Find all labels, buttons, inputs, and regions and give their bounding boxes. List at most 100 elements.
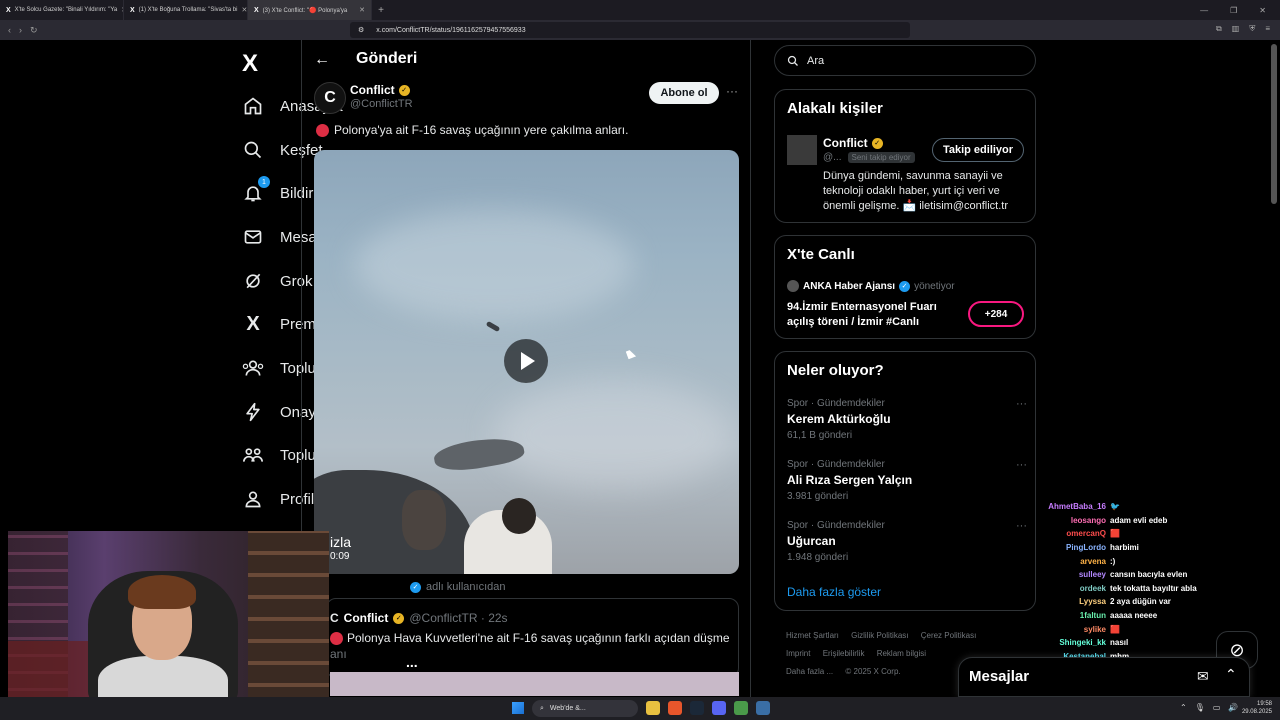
volume-icon[interactable]: 🔊 xyxy=(1228,703,1238,712)
x-favicon-icon: X xyxy=(254,6,259,14)
live-title[interactable]: 94.İzmir Enternasyonel Fuarı açılış töre… xyxy=(787,300,957,330)
chevron-up-icon[interactable]: ⌃ xyxy=(1180,703,1187,712)
live-listener-count[interactable]: +284 xyxy=(968,301,1024,327)
trend-count: 61,1 B gönderi xyxy=(787,430,853,441)
clock[interactable]: 19:58 29.08.2025 xyxy=(1242,700,1272,716)
footer-link[interactable]: Çerez Politikası xyxy=(921,631,977,640)
taskbar: ⌕ Web'de &... ⌃ 🎙 ▭ 🔊 19:58 29.08.2025 xyxy=(0,697,1280,720)
more-options-icon[interactable]: ··· xyxy=(1016,459,1027,471)
reload-icon[interactable]: ↻ xyxy=(30,25,38,36)
tab-title: (1) X'te Boğuna Trollama: "Sivas'ta bi xyxy=(138,7,238,13)
x-logo[interactable]: X xyxy=(242,50,258,78)
messages-drawer[interactable]: Mesajlar ✉ ⌃ xyxy=(958,657,1250,697)
related-avatar[interactable] xyxy=(787,135,817,165)
verified-gold-icon: ✓ xyxy=(398,84,410,96)
discord-icon[interactable] xyxy=(712,701,726,715)
author-name[interactable]: Conflict ✓ xyxy=(350,83,410,97)
reply-hint: ✓ adlı kullanıcıdan xyxy=(410,581,506,593)
site-info-icon[interactable]: ⚙ xyxy=(358,26,364,34)
forward-icon[interactable]: › xyxy=(19,25,22,36)
author-handle[interactable]: @ConflictTR xyxy=(350,98,413,110)
lightning-icon xyxy=(242,401,264,423)
menu-icon[interactable]: ≡ xyxy=(1265,24,1270,34)
related-name[interactable]: Conflict ✓ xyxy=(823,136,883,150)
chat-username[interactable]: ordeek xyxy=(1040,584,1106,593)
page-scrollbar[interactable] xyxy=(1271,44,1277,204)
windows-start-icon[interactable] xyxy=(512,702,524,714)
footer-link[interactable]: Gizlilik Politikası xyxy=(851,631,908,640)
quote-author[interactable]: Conflict xyxy=(344,611,389,625)
chat-username[interactable]: sylike xyxy=(1040,625,1106,634)
chat-username[interactable]: arvena xyxy=(1040,557,1106,566)
chat-text: 🟥 xyxy=(1110,624,1120,634)
profile-icon xyxy=(242,488,264,510)
back-icon[interactable]: ‹ xyxy=(8,25,11,36)
browser-tab-1[interactable]: X X'te Solcu Gazete: "Binali Yıldırım: "… xyxy=(0,0,124,20)
bell-icon: 1 xyxy=(242,176,270,204)
minimize-icon[interactable]: — xyxy=(1200,6,1208,15)
search-icon xyxy=(787,55,798,66)
maximize-icon[interactable]: ❐ xyxy=(1230,6,1237,15)
footer-link[interactable]: Erişilebilirlik xyxy=(823,649,865,658)
chat-username[interactable]: Lyyssa xyxy=(1040,597,1106,606)
chat-username[interactable]: sulleey xyxy=(1040,570,1106,579)
red-circle-icon xyxy=(316,123,329,137)
trend-item[interactable]: Spor · Gündemdekiler Kerem Aktürkoğlu 61… xyxy=(787,398,1027,441)
expand-icon[interactable]: ⌃ xyxy=(1225,666,1237,683)
show-more-link[interactable]: Daha fazla göster xyxy=(787,585,881,599)
taskbar-search[interactable]: ⌕ Web'de &... xyxy=(532,700,638,717)
more-options-icon[interactable]: ··· xyxy=(726,84,738,98)
browser-tab-3[interactable]: X (3) X'te Conflict: "🔴 Polonya'ya ✕ xyxy=(248,0,372,20)
chat-username[interactable]: PingLordo xyxy=(1040,543,1106,552)
footer-link[interactable]: Reklam bilgisi xyxy=(877,649,926,658)
sidebar-icon[interactable]: ▥ xyxy=(1232,24,1240,34)
app-icon[interactable] xyxy=(734,701,748,715)
browser-tab-2[interactable]: X (1) X'te Boğuna Trollama: "Sivas'ta bi… xyxy=(124,0,248,20)
subscribe-button[interactable]: Abone ol xyxy=(649,82,719,104)
app-icon[interactable] xyxy=(756,701,770,715)
network-icon[interactable]: ▭ xyxy=(1213,703,1221,712)
webcam-shelf xyxy=(248,531,329,705)
notes-icon xyxy=(242,444,264,466)
chat-username[interactable]: Shingeki_kk xyxy=(1040,638,1106,647)
trend-item[interactable]: Spor · Gündemdekiler Ali Rıza Sergen Yal… xyxy=(787,459,1027,502)
following-button[interactable]: Takip ediliyor xyxy=(932,138,1024,162)
trend-item[interactable]: Spor · Gündemdekiler Uğurcan 1.948 gönde… xyxy=(787,520,1027,563)
search-placeholder: Ara xyxy=(807,54,825,67)
close-icon[interactable]: ✕ xyxy=(241,6,247,14)
chat-text: 🟥 xyxy=(1110,529,1120,539)
chat-username[interactable]: 1faltun xyxy=(1040,611,1106,620)
trend-name: Uğurcan xyxy=(787,534,836,548)
tab-title: (3) X'te Conflict: "🔴 Polonya'ya xyxy=(262,7,348,14)
footer-link[interactable]: Hizmet Şartları xyxy=(786,631,839,640)
post-video[interactable] xyxy=(314,150,739,574)
brave-icon[interactable] xyxy=(668,701,682,715)
more-options-icon[interactable]: ··· xyxy=(1016,520,1027,532)
chat-username[interactable]: omercanQ xyxy=(1040,529,1106,538)
address-bar[interactable]: ⚙ x.com/ConflictTR/status/19611625794575… xyxy=(350,22,910,38)
footer-link[interactable]: Imprint xyxy=(786,649,810,658)
extensions-icon[interactable]: ⧉ xyxy=(1216,24,1222,34)
author-avatar[interactable]: C xyxy=(314,82,346,114)
quote-more-icon[interactable]: ... xyxy=(406,654,418,670)
host-name[interactable]: ANKA Haber Ajansı xyxy=(803,281,895,292)
close-window-icon[interactable]: ✕ xyxy=(1259,6,1266,15)
new-tab-button[interactable]: + xyxy=(372,5,390,16)
new-message-icon[interactable]: ✉ xyxy=(1197,668,1209,685)
play-button[interactable] xyxy=(504,339,548,383)
footer-link[interactable]: Daha fazla ... xyxy=(786,667,833,676)
chat-username[interactable]: AhmetBaba_16 xyxy=(1040,502,1106,511)
more-options-icon[interactable]: ··· xyxy=(1016,398,1027,410)
chat-username[interactable]: leosango xyxy=(1040,516,1106,525)
quote-media[interactable] xyxy=(330,672,739,696)
close-icon[interactable]: ✕ xyxy=(359,6,365,14)
grok-icon xyxy=(242,270,264,292)
page-title: Gönderi xyxy=(356,50,418,67)
steam-icon[interactable] xyxy=(690,701,704,715)
search-input[interactable]: Ara xyxy=(774,45,1036,76)
trends-card: Neler oluyor? Spor · Gündemdekiler Kerem… xyxy=(774,351,1036,611)
shield-icon[interactable]: ⛨ xyxy=(1249,24,1255,34)
back-arrow-icon[interactable]: ← xyxy=(314,51,330,69)
file-explorer-icon[interactable] xyxy=(646,701,660,715)
mic-icon[interactable]: 🎙 xyxy=(1195,703,1205,712)
